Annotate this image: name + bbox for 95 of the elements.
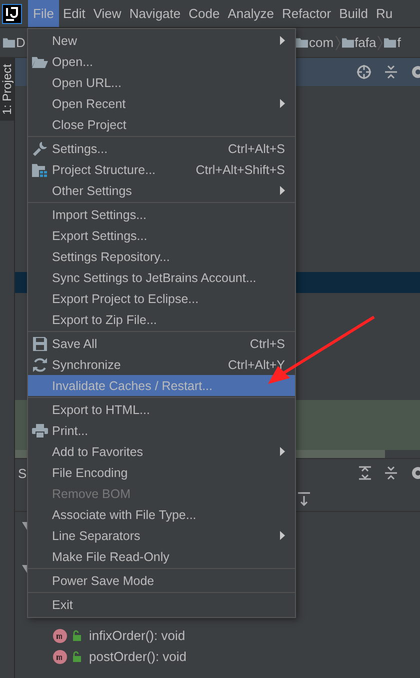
- menu-item-label: Project Structure...: [52, 162, 156, 176]
- menu-item-label: New: [52, 34, 78, 48]
- menu-item-label: Power Save Mode: [52, 574, 154, 588]
- folder-icon: [342, 37, 354, 48]
- menu-item[interactable]: Settings Repository...: [28, 246, 295, 267]
- method-name[interactable]: infixOrder(): void: [89, 628, 186, 643]
- menu-item[interactable]: Other Settings: [28, 180, 295, 201]
- folder-icon: [32, 56, 48, 68]
- menu-item[interactable]: Open URL...: [28, 72, 295, 93]
- shortcut-text: Ctrl+Alt+Y: [228, 358, 285, 372]
- menu-item-label: Export Settings...: [52, 228, 148, 242]
- shortcut-text: Ctrl+Alt+S: [228, 142, 285, 156]
- menu-item-label: Save All: [52, 336, 98, 350]
- wrench-icon: [32, 140, 48, 156]
- menu-item[interactable]: Export to HTML...: [28, 399, 295, 420]
- breadcrumb[interactable]: com: [309, 35, 334, 50]
- lock-icon: [71, 651, 81, 662]
- menu-item-label: File Encoding: [52, 466, 128, 480]
- menu-item[interactable]: File Encoding: [28, 462, 295, 483]
- menu-item-label: Close Project: [52, 118, 126, 132]
- project-tool-tab[interactable]: 1: Project: [0, 58, 14, 121]
- settings-icon[interactable]: [410, 465, 420, 481]
- menu-item[interactable]: Power Save Mode: [28, 570, 295, 591]
- app-logo-icon[interactable]: [2, 4, 22, 24]
- menu-item[interactable]: Line Separators: [28, 525, 295, 546]
- locate-icon[interactable]: [356, 64, 372, 80]
- breadcrumb[interactable]: f: [397, 35, 401, 50]
- menu-bar-item[interactable]: Code: [184, 0, 224, 27]
- menu-item-label: Sync Settings to JetBrains Account...: [52, 270, 256, 284]
- menu-bar-item[interactable]: Ru: [372, 0, 397, 27]
- menu-item-label: Settings...: [52, 142, 108, 156]
- menu-item[interactable]: Open...: [28, 51, 295, 72]
- method-icon: [53, 650, 67, 664]
- menu-item-label: Associate with File Type...: [52, 508, 196, 522]
- breadcrumb[interactable]: fafa: [354, 35, 376, 50]
- sync-icon: [33, 358, 47, 372]
- menu-item-label: Remove BOM: [52, 486, 130, 500]
- expand-icon[interactable]: [358, 466, 372, 480]
- settings-icon[interactable]: [410, 64, 420, 80]
- menu-item[interactable]: Close Project: [28, 114, 295, 135]
- menu-item[interactable]: Settings... Ctrl+Alt+S: [28, 138, 295, 159]
- menu-item[interactable]: Make File Read-Only: [28, 546, 295, 567]
- menu-bar-item[interactable]: Refactor: [278, 0, 336, 27]
- menu-item[interactable]: Export to Zip File...: [28, 309, 295, 330]
- collapse-icon[interactable]: [384, 466, 398, 480]
- menu-item[interactable]: Import Settings...: [28, 204, 295, 225]
- menu-item-label: Other Settings: [52, 184, 132, 198]
- menu-item[interactable]: Add to Favorites: [28, 441, 295, 462]
- menu-item-label: Import Settings...: [52, 208, 146, 222]
- menu-item-label: Synchronize: [52, 358, 121, 372]
- download-icon[interactable]: [297, 492, 311, 506]
- method-name[interactable]: postOrder(): void: [89, 649, 187, 664]
- menu-item[interactable]: Save All Ctrl+S: [28, 333, 295, 354]
- menu-item-label: Line Separators: [52, 528, 140, 542]
- menu-item[interactable]: Open Recent: [28, 93, 295, 114]
- breadcrumb[interactable]: D: [16, 35, 26, 50]
- menu-item-label: Exit: [52, 598, 73, 612]
- panel-title: S: [18, 466, 27, 480]
- menu-item-label: Export to Zip File...: [52, 312, 157, 326]
- menu-item-label: Open...: [52, 54, 93, 68]
- menu-item-label: Open Recent: [52, 96, 126, 110]
- shortcut-text: Ctrl+S: [250, 336, 285, 350]
- menu-item[interactable]: Export Settings...: [28, 225, 295, 246]
- menu-item[interactable]: Exit: [28, 594, 295, 615]
- menu-item[interactable]: Print...: [28, 420, 295, 441]
- menu-item[interactable]: Export Project to Eclipse...: [28, 288, 295, 309]
- menu-item-label: Add to Favorites: [52, 444, 144, 458]
- menu-bar-item[interactable]: Edit: [58, 0, 90, 27]
- chevron-icon: [377, 34, 384, 50]
- chevron-icon: [334, 34, 341, 50]
- menu-item-label: Export to HTML...: [52, 402, 150, 416]
- folder-icon: [3, 37, 15, 48]
- printer-icon: [32, 424, 48, 438]
- menu-item-label: Make File Read-Only: [52, 550, 170, 564]
- folder-icon: [384, 37, 396, 48]
- menu-item-label: Open URL...: [52, 76, 122, 90]
- folder-grid-icon: [32, 162, 48, 176]
- menu-item[interactable]: Sync Settings to JetBrains Account...: [28, 267, 295, 288]
- menu-item-label: Print...: [52, 424, 88, 438]
- menu-item[interactable]: Project Structure... Ctrl+Alt+Shift+S: [28, 159, 295, 180]
- menu-bar-item[interactable]: Build: [335, 0, 372, 27]
- menu-item[interactable]: Associate with File Type...: [28, 504, 295, 525]
- menu-bar-item[interactable]: Analyze: [224, 0, 278, 27]
- menu-item-label: Export Project to Eclipse...: [52, 292, 199, 306]
- menu-item[interactable]: New: [28, 30, 295, 51]
- menu-bar-item[interactable]: Navigate: [125, 0, 185, 27]
- menu-item-label: Settings Repository...: [52, 250, 170, 264]
- menu-item[interactable]: Synchronize Ctrl+Alt+Y: [28, 354, 295, 375]
- menu-bar-item[interactable]: View: [89, 0, 126, 27]
- method-icon: [53, 628, 67, 642]
- lock-icon: [71, 630, 81, 641]
- folder-icon: [296, 37, 308, 48]
- collapse-icon[interactable]: [384, 65, 398, 79]
- menu-item-label: Invalidate Caches / Restart...: [52, 378, 212, 392]
- shortcut-text: Ctrl+Alt+Shift+S: [196, 162, 285, 176]
